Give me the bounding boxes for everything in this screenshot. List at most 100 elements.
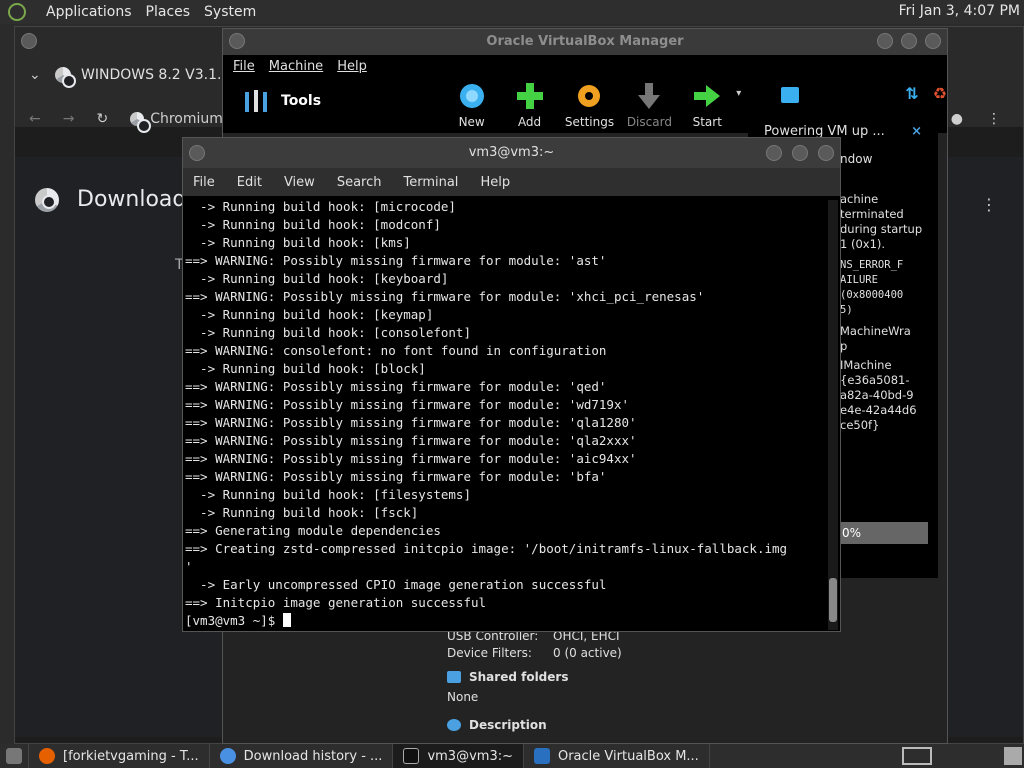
notification-window-text: ndow xyxy=(840,152,873,166)
terminal-menu-help[interactable]: Help xyxy=(480,175,510,190)
distro-logo-icon[interactable] xyxy=(8,3,26,21)
minimize-button[interactable] xyxy=(766,145,782,161)
taskbar-item-virtualbox[interactable]: Oracle VirtualBox M... xyxy=(524,744,710,768)
clock[interactable]: Fri Jan 3, 4:07 PM xyxy=(899,3,1020,19)
message-line: 1 (0x1). xyxy=(840,237,886,251)
firefox-icon xyxy=(39,748,55,764)
minimize-button[interactable] xyxy=(877,33,893,49)
prompt-text: [vm3@vm3 ~]$ xyxy=(185,613,283,628)
device-filters-row: Device Filters: 0 (0 active) xyxy=(447,646,622,660)
reload-icon[interactable]: ↻ xyxy=(96,111,108,127)
close-button[interactable] xyxy=(818,145,834,161)
taskbar-item-chromium[interactable]: Download history - ... xyxy=(210,744,394,768)
vbox-menu-machine[interactable]: Machine xyxy=(269,59,323,74)
terminal-scrollbar[interactable] xyxy=(828,200,838,630)
desktop-icon xyxy=(6,748,22,764)
taskbar-item-terminal[interactable]: vm3@vm3:~ xyxy=(393,744,524,768)
terminal-line: -> Early uncompressed CPIO image generat… xyxy=(185,577,607,592)
taskbar-item-firefox[interactable]: [forkietvgaming - T... xyxy=(29,744,210,768)
address-label: Chromium xyxy=(150,111,223,127)
error-code-line: AILURE xyxy=(840,274,878,286)
taskbar-label: vm3@vm3:~ xyxy=(427,748,513,764)
terminal-line: ==> Generating module dependencies xyxy=(185,523,441,538)
interface-line: {e36a5081- xyxy=(840,373,910,387)
terminal-menu-search[interactable]: Search xyxy=(337,175,382,190)
maximize-button[interactable] xyxy=(792,145,808,161)
terminal-output[interactable]: -> Running build hook: [microcode] -> Ru… xyxy=(185,198,827,630)
start-button[interactable]: Start xyxy=(678,81,736,129)
interface-line: e4e-42a44d6 xyxy=(840,403,917,417)
notification-message: achine terminated during startup 1 (0x1)… xyxy=(840,192,930,433)
vbox-menu-help[interactable]: Help xyxy=(337,59,367,74)
tools-item[interactable]: Tools xyxy=(223,73,443,129)
close-button[interactable] xyxy=(925,33,941,49)
description-section[interactable]: Description xyxy=(447,718,622,732)
plus-icon xyxy=(516,83,543,109)
terminal-line: -> Running build hook: [kms] xyxy=(185,235,411,250)
notification-icon[interactable] xyxy=(781,87,800,103)
terminal-menu-terminal[interactable]: Terminal xyxy=(403,175,458,190)
virtualbox-icon xyxy=(533,748,550,764)
terminal-icon xyxy=(403,748,420,764)
taskbar: [forkietvgaming - T... Download history … xyxy=(0,744,1024,768)
terminal-prompt[interactable]: [vm3@vm3 ~]$ xyxy=(185,612,827,630)
tab-list-chevron-icon[interactable]: ⌄ xyxy=(29,67,41,83)
top-menu: Applications Places System xyxy=(8,3,256,21)
workspace-switcher-icon[interactable] xyxy=(902,747,932,765)
menu-applications[interactable]: Applications xyxy=(46,4,132,20)
new-button[interactable]: New xyxy=(443,81,501,129)
menu-kebab-icon[interactable]: ⋮ xyxy=(987,111,1001,127)
terminal-line: -> Running build hook: [filesystems] xyxy=(185,487,471,502)
component-line: MachineWra xyxy=(840,324,911,338)
terminal-window: vm3@vm3:~ File Edit View Search Terminal… xyxy=(182,137,841,632)
window-menu-button[interactable] xyxy=(229,33,245,49)
page-more-icon[interactable]: ⋮ xyxy=(981,195,997,214)
terminal-menu-file[interactable]: File xyxy=(193,175,215,190)
add-button[interactable]: Add xyxy=(501,81,559,129)
interface-line: IMachine xyxy=(840,358,892,372)
terminal-line: ==> WARNING: Possibly missing firmware f… xyxy=(185,397,630,412)
terminal-menu-edit[interactable]: Edit xyxy=(237,175,262,190)
interface-line: a82a-40bd-9 xyxy=(840,388,914,402)
discard-button[interactable]: Discard xyxy=(620,81,678,129)
shared-folders-section[interactable]: Shared folders xyxy=(447,670,622,684)
error-code-line: (0x8000400 xyxy=(840,289,904,301)
sort-icon[interactable]: ⇅ xyxy=(905,84,918,103)
settings-button[interactable]: Settings xyxy=(559,81,621,129)
back-icon[interactable]: ← xyxy=(29,111,41,127)
component-line: p xyxy=(840,339,848,353)
message-line: achine xyxy=(840,192,879,206)
description-heading: Description xyxy=(469,718,547,732)
vbox-title: Oracle VirtualBox Manager xyxy=(486,34,684,49)
refresh-icon[interactable]: ♻ xyxy=(933,84,947,103)
show-desktop-button[interactable] xyxy=(0,744,29,768)
terminal-menubar: File Edit View Search Terminal Help xyxy=(183,168,840,196)
terminal-line: -> Running build hook: [microcode] xyxy=(185,199,456,214)
close-icon[interactable]: × xyxy=(911,124,922,139)
forward-icon[interactable]: → xyxy=(63,111,75,127)
settings-label: Settings xyxy=(564,115,615,129)
window-menu-button[interactable] xyxy=(21,33,37,49)
window-menu-button[interactable] xyxy=(189,145,205,161)
taskbar-label: Download history - ... xyxy=(243,748,383,764)
shared-folders-heading: Shared folders xyxy=(469,670,569,684)
terminal-line: -> Running build hook: [keymap] xyxy=(185,307,434,322)
maximize-button[interactable] xyxy=(901,33,917,49)
address-bar[interactable]: Chromium xyxy=(130,111,223,133)
profile-icon[interactable]: ● xyxy=(951,111,963,127)
vbox-menu-file[interactable]: File xyxy=(233,59,255,74)
chromium-tab[interactable]: WINDOWS 8.2 V3.1.iso xyxy=(55,67,241,88)
start-dropdown-icon[interactable]: ▾ xyxy=(736,88,741,99)
page-title: Download xyxy=(77,187,187,212)
terminal-line: ==> WARNING: Possibly missing firmware f… xyxy=(185,469,607,484)
scrollbar-thumb[interactable] xyxy=(829,578,837,622)
terminal-line: -> Running build hook: [keyboard] xyxy=(185,271,449,286)
trash-icon[interactable] xyxy=(1004,747,1022,765)
terminal-menu-view[interactable]: View xyxy=(284,175,315,190)
menu-places[interactable]: Places xyxy=(146,4,191,20)
shared-folders-value: None xyxy=(447,690,479,704)
downloads-header: Download xyxy=(35,187,186,212)
arrow-right-icon xyxy=(694,85,721,107)
tools-icon xyxy=(245,90,267,112)
menu-system[interactable]: System xyxy=(204,4,256,20)
